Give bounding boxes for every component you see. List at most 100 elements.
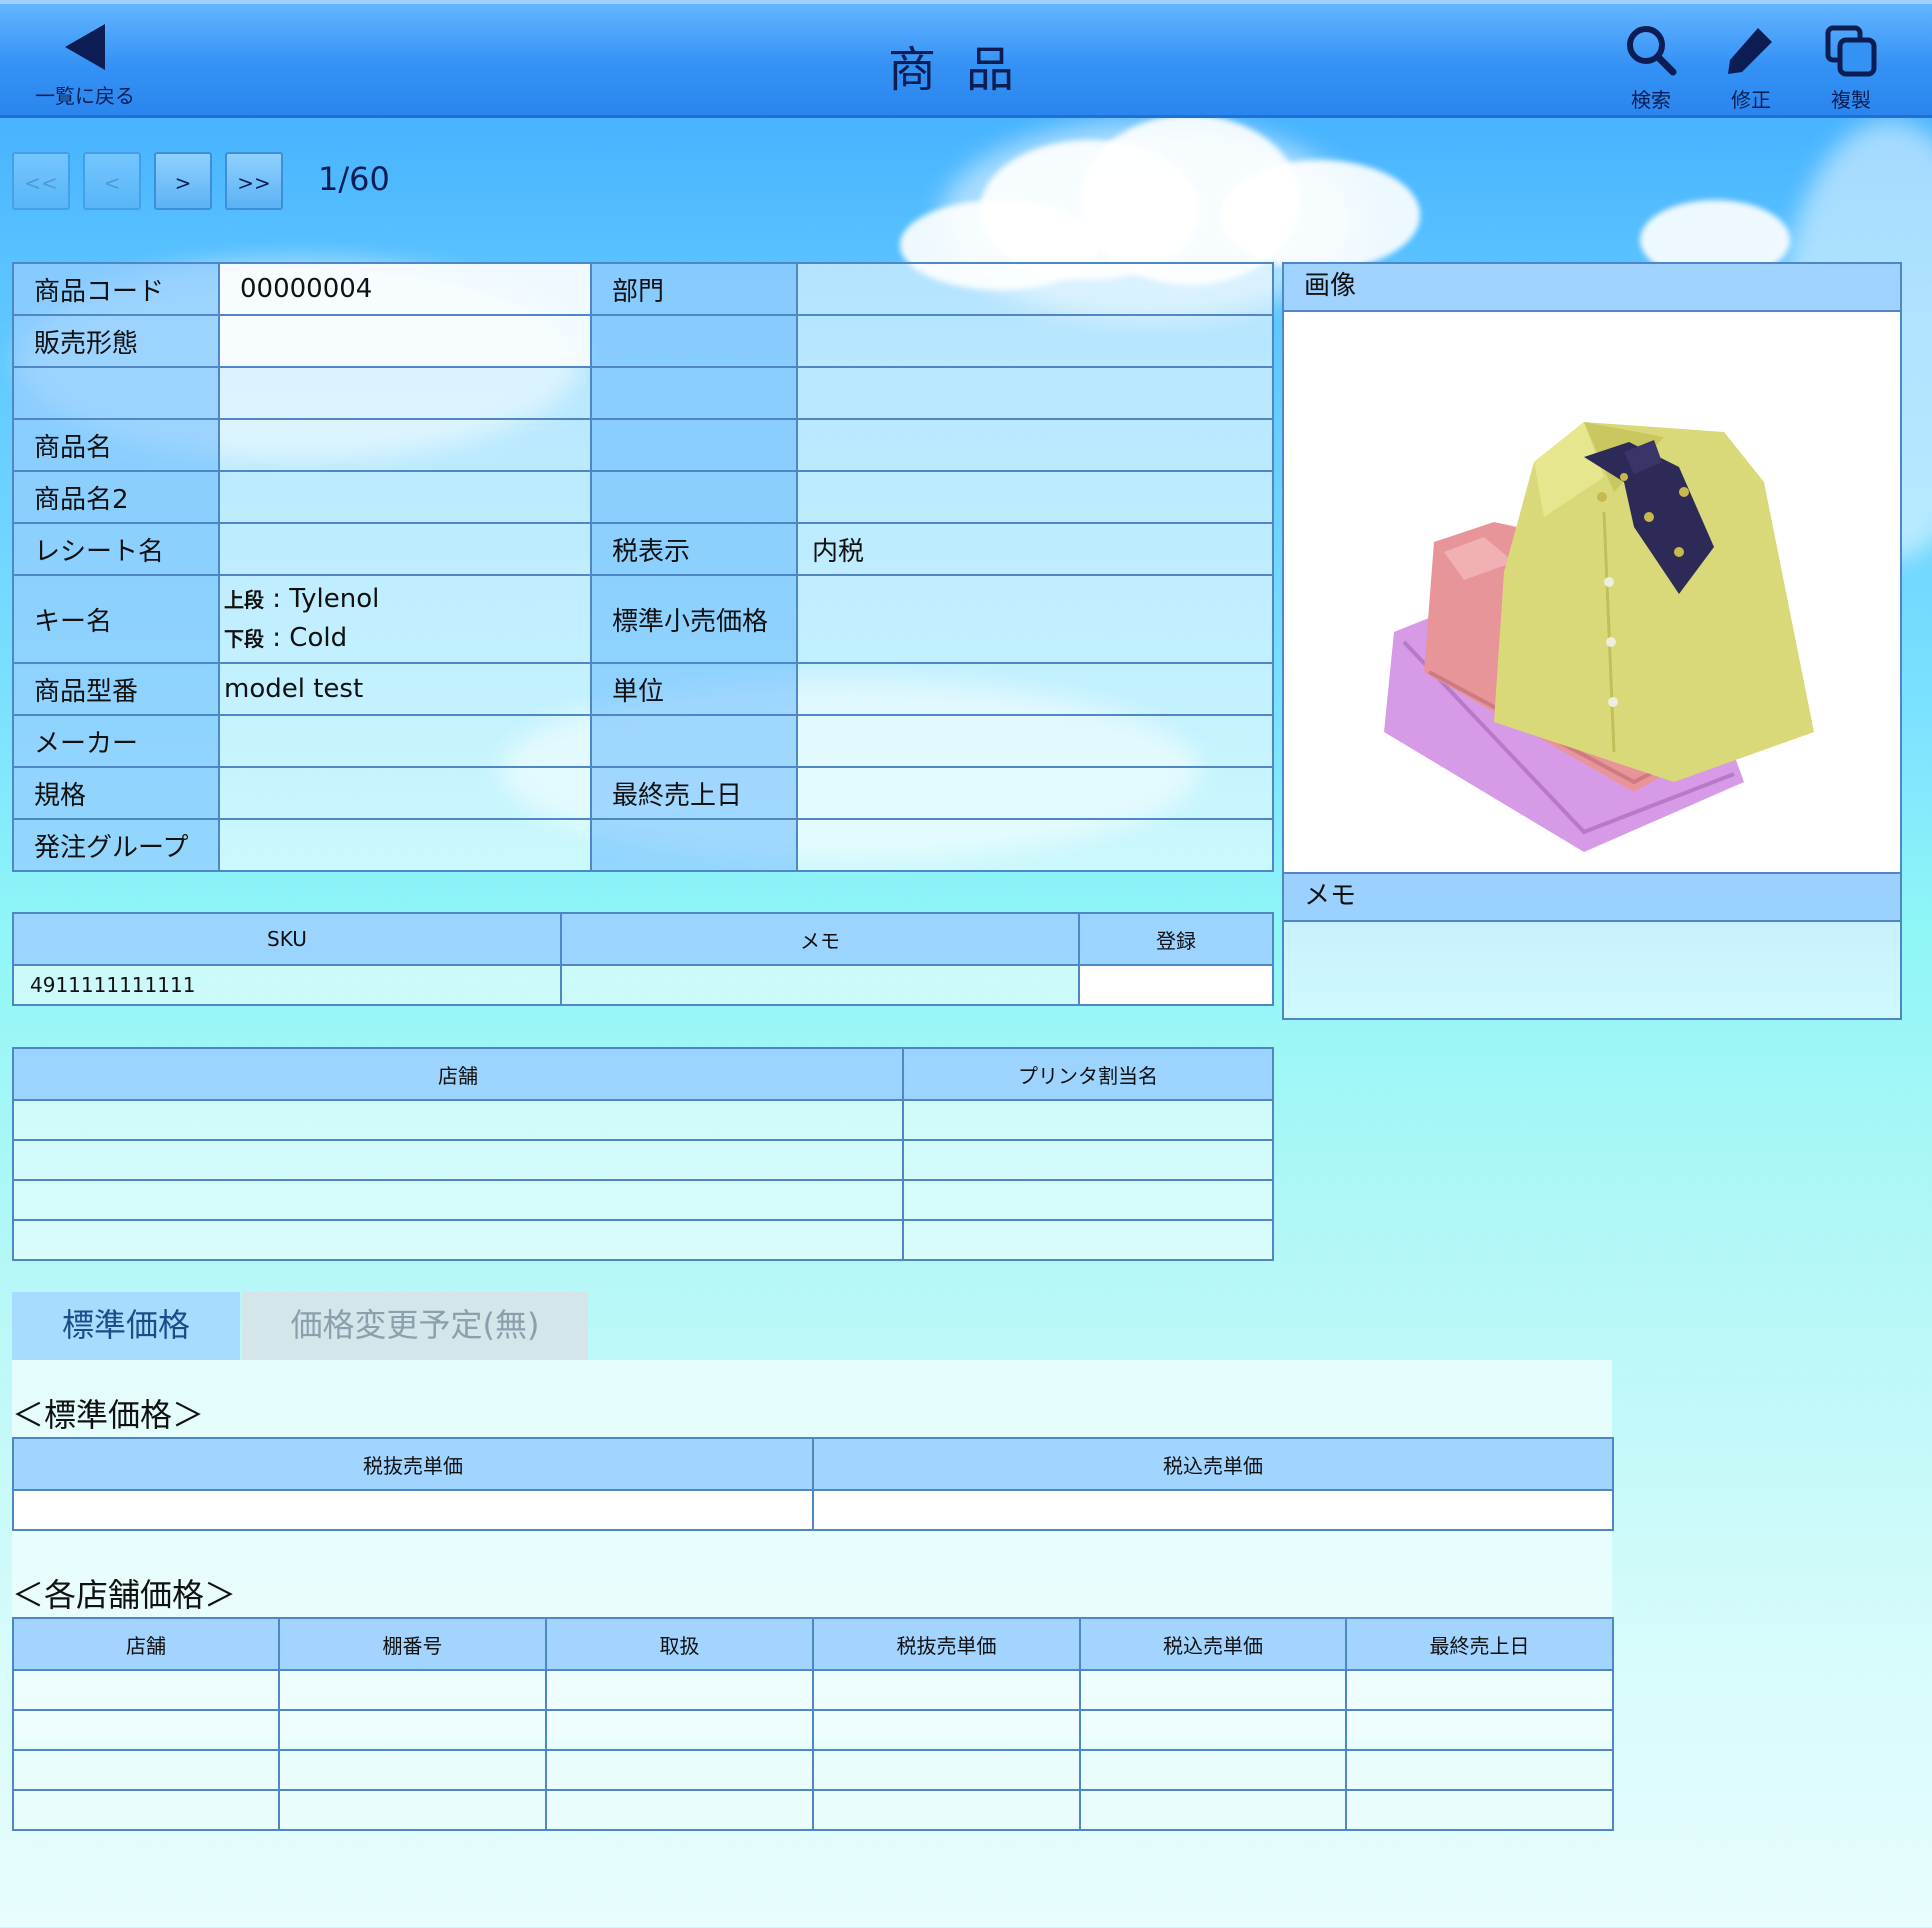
search-button[interactable]: 検索: [1611, 20, 1691, 112]
model-number-label: 商品型番: [12, 662, 220, 716]
tab-price-change-schedule[interactable]: 価格変更予定(無): [242, 1292, 588, 1360]
empty-label: [590, 470, 798, 524]
maker-label: メーカー: [12, 714, 220, 768]
unit-label: 単位: [590, 662, 798, 716]
tax-included-cell: [1079, 1749, 1347, 1791]
memo-panel-title: メモ: [1284, 874, 1900, 922]
next-page-button[interactable]: >: [154, 152, 212, 210]
sku-table: SKU メモ 登録 4911111111111: [12, 912, 1274, 1006]
last-sale-cell: [1345, 1789, 1614, 1831]
empty-value: [796, 314, 1274, 368]
key-lower-value: Cold: [289, 623, 348, 653]
empty-value: [796, 714, 1274, 768]
std-retail-price-value: [796, 574, 1274, 664]
first-page-button[interactable]: <<: [12, 152, 70, 210]
memo-panel: メモ: [1282, 872, 1902, 1020]
printer-cell: [902, 1139, 1274, 1181]
shelf-cell: [278, 1789, 547, 1831]
table-row: [12, 1099, 1274, 1141]
empty-label: [590, 314, 798, 368]
store-price-table: 店舗 棚番号 取扱 税抜売単価 税込売単価 最終売上日: [12, 1617, 1614, 1831]
empty-label: [590, 818, 798, 872]
key-name-value: 上段 : Tylenol 下段 : Cold: [218, 574, 592, 664]
product-name-label: 商品名: [12, 418, 220, 472]
sku-register-header: 登録: [1078, 912, 1274, 966]
last-page-button[interactable]: >>: [225, 152, 283, 210]
empty-label: [590, 418, 798, 472]
key-lower-row: 下段 : Cold: [224, 619, 589, 658]
printer-cell: [902, 1179, 1274, 1221]
tax-included-cell: [1079, 1789, 1347, 1831]
store-cell: [12, 1179, 904, 1221]
table-row: [12, 1789, 1614, 1831]
table-row: [12, 1669, 1614, 1711]
printer-cell: [902, 1099, 1274, 1141]
copy-icon: [1825, 25, 1877, 77]
product-name2-label: 商品名2: [12, 470, 220, 524]
copy-label: 複製: [1831, 88, 1871, 112]
empty-value: [796, 470, 1274, 524]
product-code-label: 商品コード: [12, 262, 220, 316]
model-number-value: model test: [218, 662, 592, 716]
tax-display-value: 内税: [796, 522, 1274, 576]
dept-value: [796, 262, 1274, 316]
table-row: [12, 1219, 1274, 1261]
product-image[interactable]: [1284, 312, 1900, 872]
sku-header: SKU: [12, 912, 562, 966]
key-upper-label: 上段: [224, 588, 264, 612]
last-sale-date-header: 最終売上日: [1345, 1617, 1614, 1671]
last-sale-date-label: 最終売上日: [590, 766, 798, 820]
printer-cell: [902, 1219, 1274, 1261]
image-panel: 画像: [1282, 262, 1902, 874]
shelf-number-header: 棚番号: [278, 1617, 547, 1671]
unit-value: [796, 662, 1274, 716]
store-cell: [12, 1709, 280, 1751]
sku-memo-header: メモ: [560, 912, 1080, 966]
store-printer-table: 店舗 プリンタ割当名: [12, 1047, 1274, 1261]
maker-value: [218, 714, 592, 768]
tax-included-price-header: 税込売単価: [812, 1437, 1614, 1491]
table-row: [12, 1139, 1274, 1181]
header-bar: 一覧に戻る 商品 検索 修正 複製: [0, 0, 1932, 118]
order-group-value: [218, 818, 592, 872]
page-count: 1/60: [318, 160, 390, 198]
shelf-cell: [278, 1749, 547, 1791]
handling-cell: [545, 1669, 814, 1711]
standard-price-table: 税抜売単価 税込売単価: [12, 1437, 1614, 1531]
key-lower-label: 下段: [224, 627, 264, 651]
shelf-cell: [278, 1669, 547, 1711]
std-retail-price-label: 標準小売価格: [590, 574, 798, 664]
store-cell: [12, 1749, 280, 1791]
tax-included-cell: [1079, 1709, 1347, 1751]
tax-excluded-price-header: 税抜売単価: [812, 1617, 1081, 1671]
tax-excluded-cell: [812, 1669, 1081, 1711]
store-cell: [12, 1789, 280, 1831]
handling-cell: [545, 1789, 814, 1831]
store-price-title: ＜各店舗価格＞: [12, 1576, 237, 1614]
handling-cell: [545, 1749, 814, 1791]
empty-label: [12, 366, 220, 420]
tax-included-cell: [1079, 1669, 1347, 1711]
table-row: [12, 1749, 1614, 1791]
pencil-icon: [1728, 28, 1772, 74]
tab-standard-price[interactable]: 標準価格: [12, 1292, 240, 1360]
spec-value: [218, 766, 592, 820]
sku-cell: 4911111111111: [12, 964, 562, 1006]
last-sale-cell: [1345, 1709, 1614, 1751]
product-code-value: 00000004: [218, 262, 592, 316]
image-panel-title: 画像: [1284, 264, 1900, 312]
key-upper-row: 上段 : Tylenol: [224, 580, 589, 619]
shelf-cell: [278, 1709, 547, 1751]
edit-button[interactable]: 修正: [1711, 20, 1791, 112]
last-sale-date-value: [796, 766, 1274, 820]
sku-register-cell: [1078, 964, 1274, 1006]
tax-included-price-cell: [812, 1489, 1614, 1531]
key-upper-value: Tylenol: [289, 584, 380, 614]
search-label: 検索: [1631, 88, 1671, 112]
tax-included-price-header: 税込売単価: [1079, 1617, 1347, 1671]
receipt-name-label: レシート名: [12, 522, 220, 576]
prev-page-button[interactable]: <: [83, 152, 141, 210]
search-icon: [1627, 26, 1677, 76]
copy-button[interactable]: 複製: [1811, 20, 1891, 112]
sales-type-value: [218, 314, 592, 368]
